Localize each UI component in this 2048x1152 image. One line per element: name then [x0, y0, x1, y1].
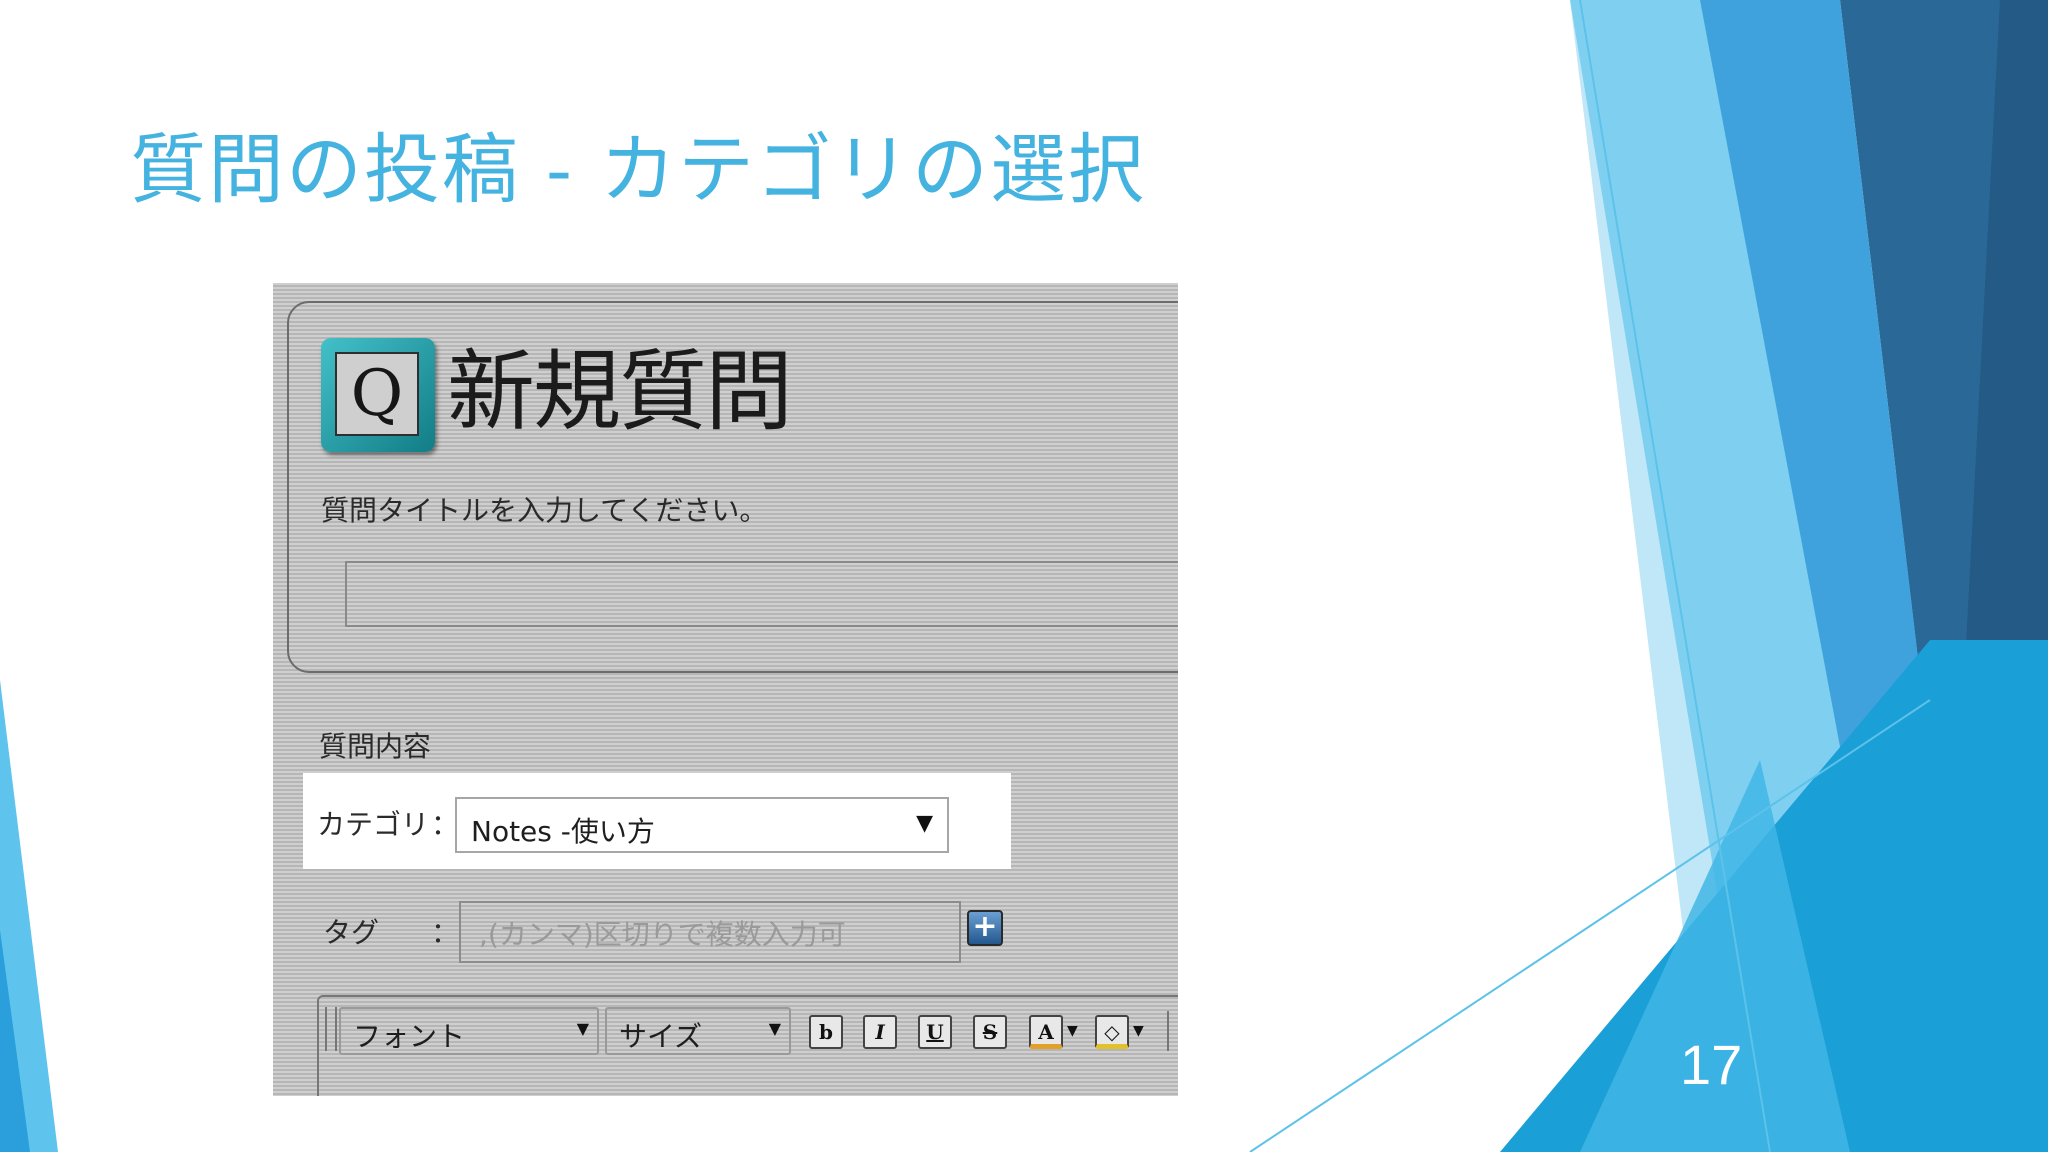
tag-placeholder: ,(カンマ)区切りで複数入力可	[479, 918, 846, 951]
size-select[interactable]: サイズ ▼	[605, 1007, 791, 1055]
tag-input[interactable]: ,(カンマ)区切りで複数入力可	[459, 901, 961, 963]
app-screenshot: Q 新規質問 質問タイトルを入力してください。 質問内容 カテゴリ ： Note…	[273, 283, 1178, 1096]
page-number: 17	[1680, 1033, 1743, 1096]
size-select-label: サイズ	[619, 1020, 703, 1053]
tag-separator: ：	[431, 916, 460, 949]
highlight-caret-icon[interactable]: ▼	[1133, 1023, 1144, 1039]
category-selected-value: Notes -使い方	[471, 815, 655, 848]
text-color-icon[interactable]: A	[1029, 1015, 1063, 1049]
editor-toolbar: フォント ▼ サイズ ▼ b I U S A ▼ ◇ ▼	[317, 995, 1178, 1096]
underline-icon[interactable]: U	[918, 1015, 952, 1049]
toolbar-grip-icon[interactable]	[325, 1007, 337, 1051]
title-prompt-label: 質問タイトルを入力してください。	[321, 494, 768, 527]
slide-title: 質問の投稿 - カテゴリの選択	[130, 125, 1146, 214]
tag-label: タグ	[323, 916, 380, 949]
dropdown-arrow-icon[interactable]: ▼	[916, 811, 933, 836]
question-icon-letter: Q	[335, 352, 419, 436]
font-select[interactable]: フォント ▼	[339, 1007, 599, 1055]
dialog-title: 新規質問	[447, 340, 793, 443]
content-section-label: 質問内容	[319, 730, 432, 763]
size-caret-icon: ▼	[768, 1019, 781, 1038]
toolbar-separator	[1167, 1011, 1169, 1051]
category-select[interactable]: Notes -使い方 ▼	[455, 797, 949, 853]
add-tag-plus-icon[interactable]: +	[967, 910, 1003, 946]
italic-icon[interactable]: I	[863, 1015, 897, 1049]
text-color-caret-icon[interactable]: ▼	[1067, 1023, 1078, 1039]
question-title-input[interactable]	[345, 561, 1178, 627]
font-caret-icon: ▼	[576, 1019, 589, 1038]
highlight-icon[interactable]: ◇	[1095, 1015, 1129, 1049]
category-label: カテゴリ	[317, 808, 430, 841]
bold-icon[interactable]: b	[809, 1015, 843, 1049]
question-icon: Q	[321, 338, 435, 452]
font-select-label: フォント	[353, 1020, 466, 1053]
strikethrough-icon[interactable]: S	[973, 1015, 1007, 1049]
category-row: カテゴリ ： Notes -使い方 ▼	[303, 773, 1011, 869]
